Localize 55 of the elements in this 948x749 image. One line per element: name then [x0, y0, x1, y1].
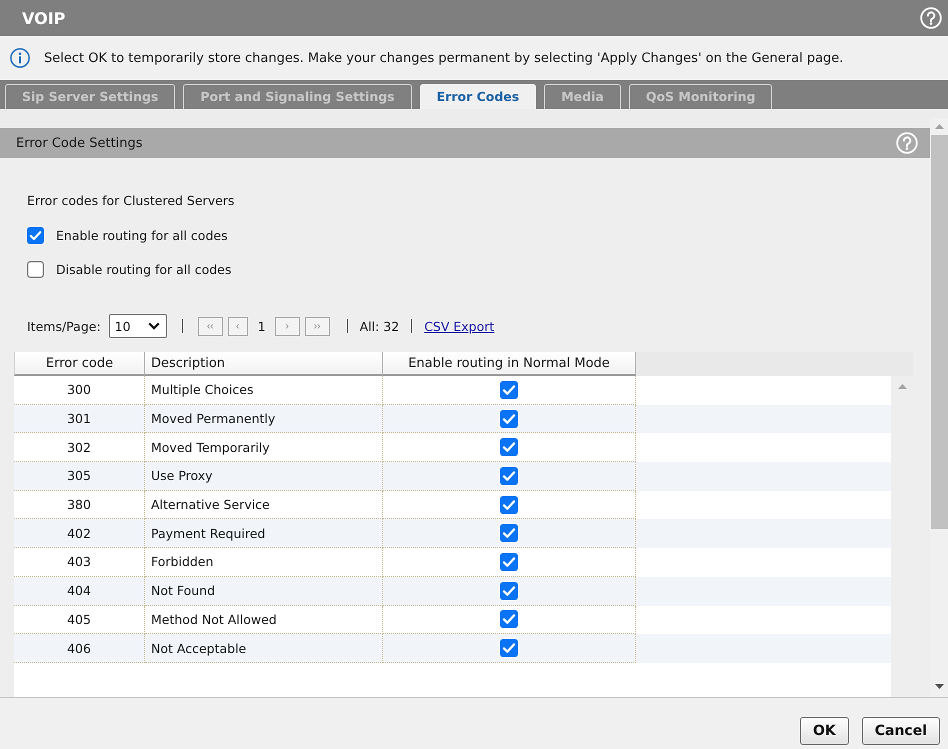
csv-export-link[interactable]: CSV Export — [424, 318, 494, 334]
checkbox[interactable] — [27, 260, 44, 278]
first-page-button[interactable]: ‹‹ — [198, 316, 223, 336]
ok-button[interactable]: OK — [800, 717, 849, 745]
scroll-up-icon[interactable] — [934, 124, 944, 129]
items-per-page-label: Items/Page: — [27, 318, 101, 334]
table-cell: Moved Permanently — [145, 404, 383, 434]
column-header: Description — [145, 352, 383, 376]
section-title: Error Code Settings — [16, 136, 144, 150]
table-cell: 301 — [14, 404, 145, 434]
checkbox-label[interactable]: Enable routing for all codes — [56, 228, 228, 242]
checkbox[interactable] — [500, 380, 518, 399]
checkbox[interactable] — [500, 496, 518, 514]
tab[interactable]: Sip Server Settings — [5, 84, 176, 109]
table-cell: Not Found — [145, 576, 383, 606]
table-cell: 305 — [14, 462, 145, 491]
checkbox[interactable] — [500, 639, 518, 658]
previous-page-button[interactable]: ‹ — [228, 316, 248, 336]
tab[interactable]: Port and Signaling Settings — [183, 84, 412, 109]
table-cell: Payment Required — [145, 519, 383, 548]
items-per-page-select[interactable]: 10 — [108, 314, 167, 338]
scroll-down-icon[interactable] — [934, 684, 944, 689]
checkbox[interactable] — [500, 438, 518, 456]
checkbox-label[interactable]: Disable routing for all codes — [56, 262, 232, 276]
page-number: 1 — [258, 318, 266, 334]
scrollbar[interactable] — [930, 118, 948, 697]
checkbox[interactable] — [500, 524, 518, 542]
tab[interactable]: Error Codes — [420, 84, 536, 109]
table-cell: Use Proxy — [145, 462, 383, 491]
help-icon[interactable] — [896, 132, 918, 154]
checkbox[interactable] — [500, 610, 518, 628]
table-cell: 406 — [14, 634, 145, 663]
column-header: Error code — [14, 352, 145, 376]
scrollbar-thumb[interactable] — [930, 135, 948, 529]
next-page-button[interactable]: › — [274, 316, 300, 336]
checkbox[interactable] — [27, 226, 44, 244]
checkbox[interactable] — [500, 552, 518, 571]
checkbox[interactable] — [500, 466, 518, 485]
info-icon — [10, 48, 30, 68]
checkbox[interactable] — [500, 410, 518, 428]
cancel-button[interactable]: Cancel — [862, 717, 940, 745]
column-header: Enable routing in Normal Mode — [383, 352, 636, 376]
chevron-down-icon — [148, 322, 160, 330]
group-label: Error codes for Clustered Servers — [26, 192, 236, 210]
tab[interactable]: QoS Monitoring — [628, 84, 772, 109]
tab[interactable]: Media — [544, 84, 621, 109]
table-cell: Not Acceptable — [145, 634, 383, 663]
help-icon[interactable] — [920, 7, 942, 29]
table-cell: 402 — [14, 519, 145, 548]
last-page-button[interactable]: ›› — [304, 316, 330, 336]
window-title: VOIP — [22, 8, 66, 28]
checkbox[interactable] — [500, 582, 518, 600]
table-cell: 404 — [14, 576, 145, 606]
total-count: All: 32 — [360, 318, 400, 334]
info-text: Select OK to temporarily store changes. Make your changes permanent by selecting 'Apply Changes' on the General page. — [44, 50, 844, 66]
